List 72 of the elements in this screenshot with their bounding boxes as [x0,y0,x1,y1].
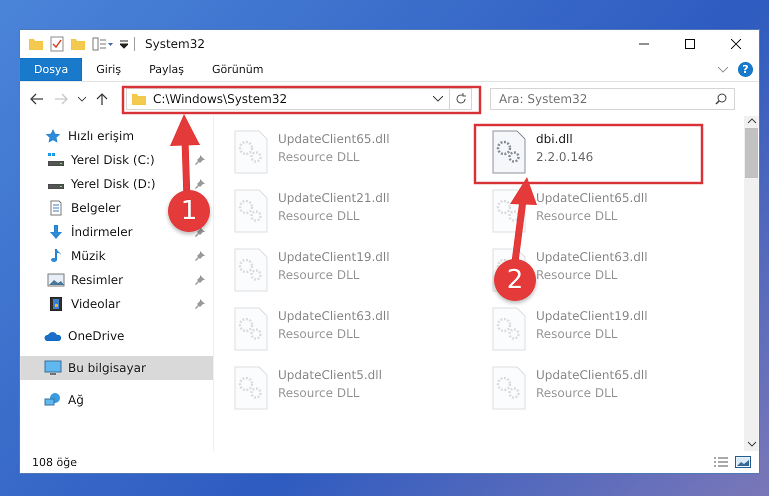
ribbon-tab[interactable]: Giriş [82,58,136,81]
file-detail: Resource DLL [536,209,618,223]
dll-file-icon [234,248,268,292]
scroll-down-icon[interactable] [746,439,756,449]
dll-file-icon [234,307,268,351]
dll-file-icon [492,366,526,410]
film-icon [47,296,65,312]
drive-icon [47,184,65,190]
ribbon-tab[interactable]: Görünüm [198,58,278,81]
sidebar-item[interactable]: Hızlı erişim [20,124,213,148]
refresh-icon[interactable] [454,93,466,105]
sidebar-item[interactable]: OneDrive [20,324,213,348]
dll-file-icon [234,130,268,174]
minimize-icon[interactable] [639,43,649,45]
details-view-icon[interactable] [713,456,729,468]
sidebar-item[interactable]: Videolar [71,297,120,311]
maximize-icon[interactable] [685,39,695,49]
folder-icon [28,38,44,50]
search-icon [715,93,727,105]
sidebar-item[interactable]: İndirmeler [71,225,133,239]
sidebar-item[interactable]: Müzik [71,249,106,263]
file-detail: Resource DLL [278,150,360,164]
customize-icon[interactable] [92,37,114,51]
file-detail: Resource DLL [536,327,618,341]
scrollbar[interactable] [744,116,759,451]
new-folder-icon [70,38,86,50]
dll-file-icon [492,307,526,351]
help-icon[interactable]: ? [738,62,753,77]
drive-icon [47,152,65,168]
file-detail: Resource DLL [278,268,360,282]
dropdown-icon[interactable] [433,96,443,102]
properties-icon[interactable] [50,36,64,52]
scroll-thumb[interactable] [745,128,758,178]
download-icon [47,224,65,240]
folder-icon [131,92,147,106]
scroll-up-icon[interactable] [746,116,756,126]
file-detail: Resource DLL [536,386,618,400]
network-icon [44,392,62,408]
file-detail: Resource DLL [536,268,618,282]
window-title: System32 [145,37,206,51]
item-count: 108 öğe [32,456,77,468]
file-detail: Resource DLL [278,327,360,341]
ribbon-tab[interactable]: Dosya [20,58,82,81]
monitor-icon [44,360,62,376]
close-icon[interactable] [731,39,741,49]
dll-file-icon [234,366,268,410]
file-name[interactable]: dbi.dll [536,132,594,146]
ribbon-tab[interactable]: Paylaş [135,58,198,81]
picture-icon [47,272,65,288]
file-detail: Resource DLL [278,209,360,223]
caret-icon[interactable] [120,39,128,49]
address-field[interactable]: C:\Windows\System32 [126,88,472,110]
sidebar-item[interactable]: Yerel Disk (D:) [71,177,156,191]
pin-icon[interactable] [195,299,205,309]
sidebar-item[interactable]: Resimler [71,273,124,287]
sidebar-item[interactable]: Yerel Disk (C:) [71,153,155,167]
pin-icon[interactable] [195,251,205,261]
pin-icon[interactable] [195,275,205,285]
sidebar-item[interactable]: Bu bilgisayar [20,356,213,380]
file-detail: Resource DLL [278,386,360,400]
file-detail: 2.2.0.146 [536,150,594,164]
pin-icon[interactable] [195,227,205,237]
pin-icon[interactable] [195,179,205,189]
large-icons-view-icon[interactable] [735,456,751,468]
star-icon [44,128,62,144]
search-field[interactable]: Ara: System32 [490,88,735,110]
chevron-icon[interactable] [718,66,728,72]
dll-file-icon [234,189,268,233]
sidebar-item[interactable]: Ağ [20,388,213,412]
pin-icon[interactable] [195,155,205,165]
dll-file-icon [492,130,526,174]
sidebar-item[interactable]: Belgeler [71,201,121,215]
